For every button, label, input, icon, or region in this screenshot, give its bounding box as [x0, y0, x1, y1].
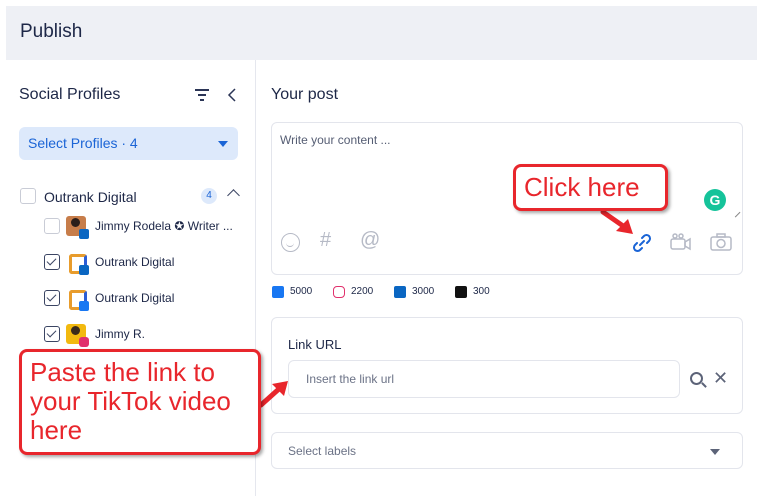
paste-link-callout: Paste the link to your TikTok video here — [19, 349, 261, 455]
emoji-icon[interactable] — [281, 233, 300, 252]
click-here-callout: Click here — [513, 164, 668, 211]
callout-line: Paste the link to — [30, 357, 215, 387]
limit-value: 300 — [473, 286, 490, 297]
limit-value: 2200 — [351, 286, 374, 297]
tiktok-icon — [455, 286, 467, 298]
chevron-left-icon[interactable] — [226, 86, 238, 104]
avatar — [66, 288, 89, 311]
profile-item[interactable]: Jimmy Rodela ✪ Writer ... — [44, 216, 244, 239]
profile-label: Jimmy R. — [95, 327, 145, 341]
count-badge: 4 — [201, 188, 217, 204]
filter-icon[interactable] — [194, 88, 210, 102]
group-checkbox[interactable] — [20, 188, 36, 204]
profile-item[interactable]: Outrank Digital — [44, 252, 244, 275]
callout-line: your TikTok video — [30, 386, 231, 416]
group-label: Outrank Digital — [44, 189, 137, 205]
profile-checkbox[interactable] — [44, 290, 60, 306]
profile-checkbox[interactable] — [44, 254, 60, 270]
mention-icon[interactable]: @ — [360, 229, 380, 252]
page-title: Publish — [20, 21, 83, 42]
limit-value: 3000 — [412, 286, 435, 297]
close-icon[interactable]: ✕ — [713, 368, 728, 389]
profile-label: Jimmy Rodela ✪ Writer ... — [95, 219, 233, 233]
facebook-icon — [272, 286, 284, 298]
linkedin-icon — [79, 265, 89, 275]
avatar — [66, 216, 89, 239]
avatar — [66, 324, 89, 347]
profile-checkbox[interactable] — [44, 218, 60, 234]
profile-group-outrank[interactable]: Outrank Digital 4 — [20, 186, 250, 208]
limit-value: 5000 — [290, 286, 313, 297]
post-editor[interactable]: Write your content ... G # @ — [271, 122, 743, 275]
chevron-up-icon[interactable] — [227, 189, 240, 202]
page-header: Publish — [6, 6, 757, 60]
profile-item[interactable]: Outrank Digital — [44, 288, 244, 311]
link-url-title: Link URL — [288, 337, 342, 352]
link-url-card: Link URL ✕ — [271, 317, 743, 414]
callout-line: here — [30, 415, 83, 445]
sidebar-title: Social Profiles — [19, 86, 121, 103]
camera-icon[interactable] — [710, 233, 732, 251]
caret-down-icon — [218, 141, 228, 147]
profile-label: Outrank Digital — [95, 291, 175, 305]
editor-placeholder[interactable]: Write your content ... — [280, 133, 391, 147]
link-icon[interactable] — [630, 231, 654, 255]
video-icon[interactable] — [669, 233, 691, 251]
your-post-title: Your post — [271, 86, 339, 103]
select-profiles-dropdown[interactable]: Select Profiles · 4 — [19, 127, 238, 160]
grammarly-icon[interactable]: G — [704, 189, 726, 211]
link-url-input[interactable] — [288, 360, 680, 398]
hashtag-icon[interactable]: # — [320, 229, 331, 252]
resize-handle-icon[interactable] — [730, 207, 741, 218]
select-labels-placeholder: Select labels — [288, 444, 357, 458]
profile-checkbox[interactable] — [44, 326, 60, 342]
profile-item[interactable]: Jimmy R. — [44, 324, 244, 347]
linkedin-icon — [79, 229, 89, 239]
instagram-icon — [79, 337, 89, 347]
instagram-icon — [333, 286, 345, 298]
avatar — [66, 252, 89, 275]
linkedin-icon — [394, 286, 406, 298]
profile-label: Outrank Digital — [95, 255, 175, 269]
select-profiles-label: Select Profiles · 4 — [28, 135, 138, 151]
search-icon[interactable] — [690, 372, 703, 385]
caret-down-icon — [710, 449, 720, 455]
select-labels-dropdown[interactable]: Select labels — [271, 432, 743, 469]
facebook-icon — [79, 301, 89, 311]
